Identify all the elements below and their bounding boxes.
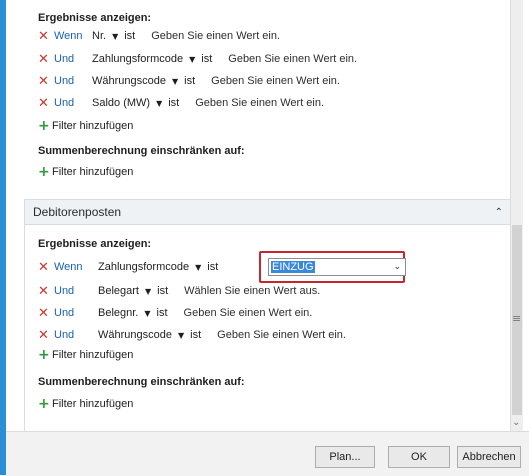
field-dropdown-icon[interactable]: ▼ [112,32,118,41]
filter-value[interactable]: Geben Sie einen Wert ein. [217,329,346,341]
add-filter-label: Filter hinzufügen [52,349,134,361]
filter-value[interactable]: Geben Sie einen Wert ein. [184,307,313,319]
add-filter-label: Filter hinzufügen [52,398,134,410]
filter-keyword: Und [54,285,75,297]
field-dropdown-icon[interactable]: ▼ [172,77,178,86]
vertical-scrollbar[interactable] [510,0,523,431]
filter-keyword: Und [54,329,75,341]
filter-row: ✕ Wenn Zahlungsformcode ▼ ist [38,259,234,275]
chevron-down-icon[interactable]: ⌄ [393,262,401,272]
remove-filter-icon[interactable]: ✕ [38,306,54,321]
filter-operator: ist [156,307,168,319]
results-title: Ergebnisse anzeigen: [38,12,152,24]
add-filter-label: Filter hinzufügen [52,120,134,132]
add-filter-label: Filter hinzufügen [52,166,134,178]
filter-value[interactable]: Geben Sie einen Wert ein. [195,97,324,109]
field-dropdown-icon[interactable]: ▼ [144,309,150,318]
filter-row: ✕ Und Währungscode ▼ ist Geben Sie einen … [38,327,346,343]
remove-filter-icon[interactable]: ✕ [38,29,54,44]
sum-title: Summenberechnung einschränken auf: [38,145,245,157]
plus-icon: + [38,347,50,363]
panel-title: Debitorenposten [33,205,122,219]
add-filter-link[interactable]: + Filter hinzufügen [38,347,133,363]
filter-keyword: Und [54,307,75,319]
value-select[interactable]: EINZUG ⌄ [268,258,406,276]
filter-row: ✕ Und Zahlungsformcode ▼ ist Geben Sie ei… [38,51,357,67]
remove-filter-icon[interactable]: ✕ [38,52,54,67]
scroll-down-icon[interactable]: ⌄ [512,417,520,428]
filter-operator: ist [168,97,180,109]
plus-icon: + [38,396,50,412]
scroll-grip-icon: ≡ [512,312,522,325]
field-dropdown-icon[interactable]: ▼ [178,331,184,340]
filter-keyword: Und [54,75,75,87]
filter-keyword: Wenn [54,30,83,42]
plus-icon: + [38,164,50,180]
filter-keyword: Und [54,97,75,109]
add-filter-link[interactable]: + Filter hinzufügen [38,118,133,134]
filter-row: ✕ Wenn Nr. ▼ ist Geben Sie einen Wert ein… [38,28,280,44]
filter-value[interactable]: Geben Sie einen Wert ein. [151,30,280,42]
panel-sum-title: Summenberechnung einschränken auf: [38,376,245,388]
filter-value[interactable]: Wählen Sie einen Wert aus. [184,285,320,297]
chevron-up-icon[interactable]: ⌃ [495,207,503,218]
filter-row: ✕ Und Belegart ▼ ist Wählen Sie einen Wer… [38,283,320,299]
field-dropdown-icon[interactable]: ▼ [195,263,201,272]
cancel-button[interactable]: Abbrechen [457,446,521,468]
remove-filter-icon[interactable]: ✕ [38,284,54,299]
panel-results-title: Ergebnisse anzeigen: [38,238,152,250]
filter-field[interactable]: Währungscode ▼ [92,75,184,87]
filter-field[interactable]: Währungscode ▼ [98,329,190,341]
add-sum-filter-link[interactable]: + Filter hinzufügen [38,164,133,180]
field-dropdown-icon[interactable]: ▼ [189,55,195,64]
filter-value[interactable]: Geben Sie einen Wert ein. [211,75,340,87]
filter-row: ✕ Und Währungscode ▼ ist Geben Sie einen … [38,73,340,89]
remove-filter-icon[interactable]: ✕ [38,260,54,275]
field-dropdown-icon[interactable]: ▼ [145,287,151,296]
field-dropdown-icon[interactable]: ▼ [156,99,162,108]
filter-value[interactable]: Geben Sie einen Wert ein. [228,53,357,65]
filter-keyword: Und [54,53,75,65]
filter-row: ✕ Und Saldo (MW) ▼ ist Geben Sie einen We… [38,95,324,111]
filter-field[interactable]: Nr. ▼ [92,30,124,42]
dialog-footer [6,431,529,476]
plan-button[interactable]: Plan... [315,446,375,468]
filter-operator: ist [207,261,219,273]
filter-field[interactable]: Belegart ▼ [98,285,157,297]
remove-filter-icon[interactable]: ✕ [38,96,54,111]
filter-operator: ist [190,329,202,341]
remove-filter-icon[interactable]: ✕ [38,74,54,89]
ok-button[interactable]: OK [388,446,450,468]
remove-filter-icon[interactable]: ✕ [38,328,54,343]
filter-field[interactable]: Saldo (MW) ▼ [92,97,168,109]
filter-field[interactable]: Zahlungsformcode ▼ [92,53,201,65]
add-sum-filter-link[interactable]: + Filter hinzufügen [38,396,133,412]
filter-keyword: Wenn [54,261,83,273]
selected-value: EINZUG [271,261,315,273]
filter-operator: ist [184,75,196,87]
plus-icon: + [38,118,50,134]
filter-field[interactable]: Zahlungsformcode ▼ [98,261,207,273]
filter-operator: ist [201,53,213,65]
filter-field[interactable]: Belegnr. ▼ [98,307,157,319]
filter-row: ✕ Und Belegnr. ▼ ist Geben Sie einen Wert… [38,305,312,321]
filter-operator: ist [124,30,136,42]
panel-header[interactable]: Debitorenposten ⌃ [25,200,511,225]
filter-operator: ist [157,285,169,297]
